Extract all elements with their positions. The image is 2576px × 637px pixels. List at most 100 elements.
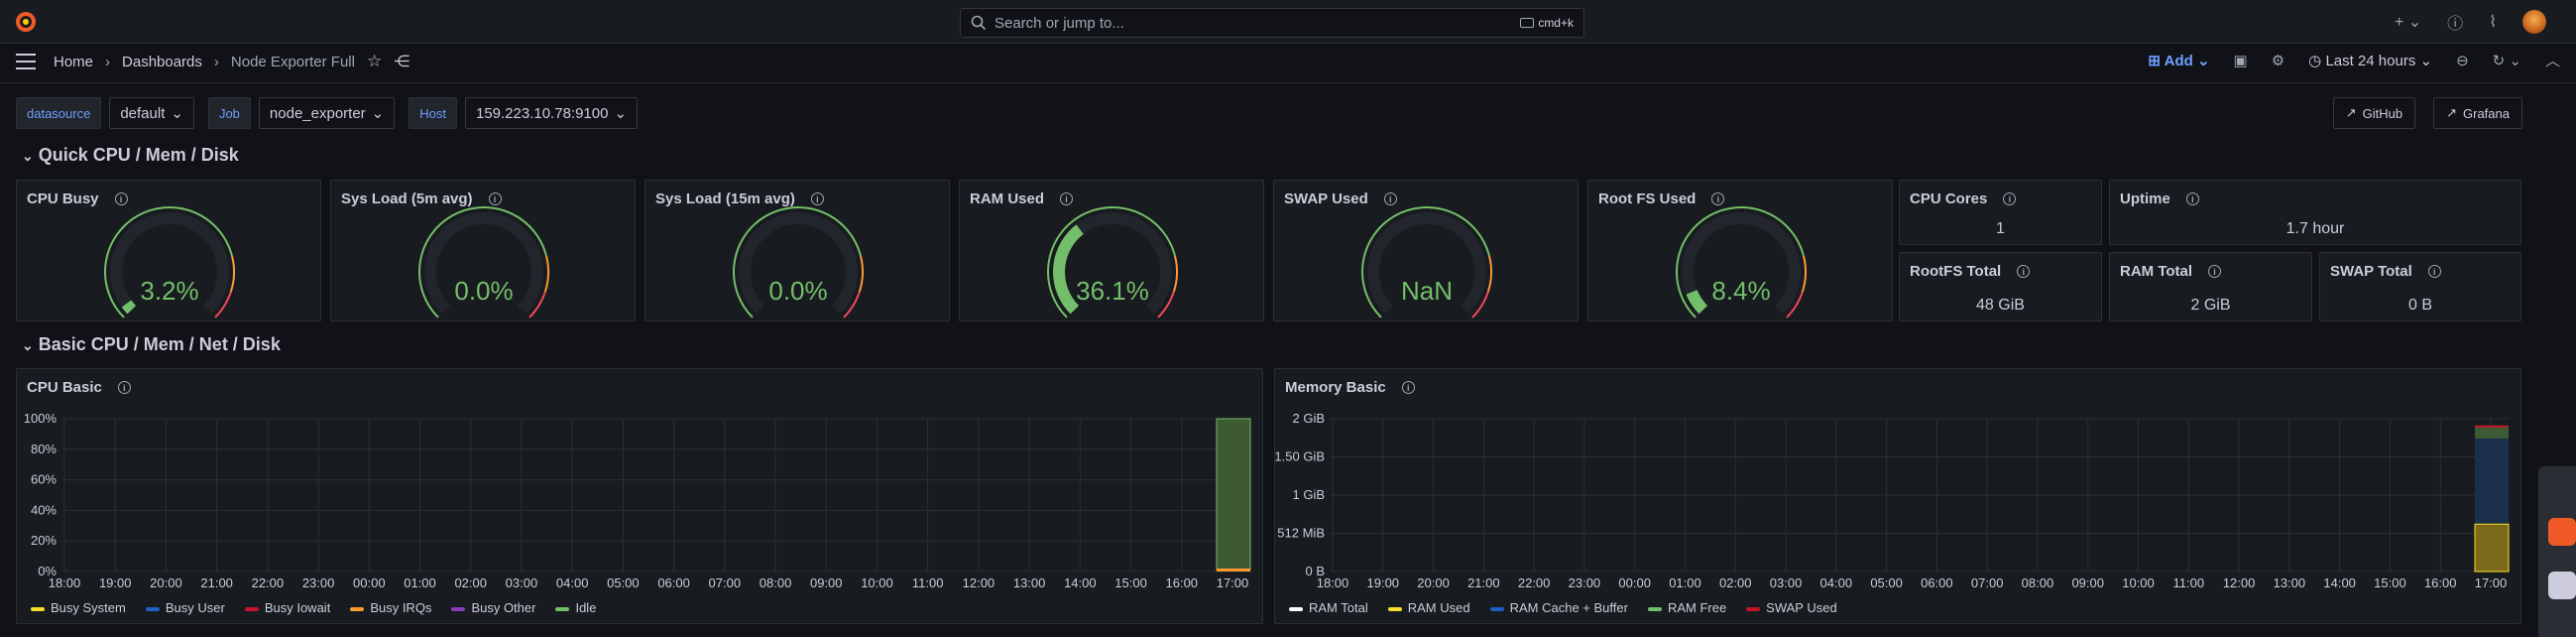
menu-icon[interactable] xyxy=(16,54,36,69)
y-tick-label: 1 GiB xyxy=(1292,487,1325,502)
x-tick-label: 22:00 xyxy=(252,575,285,590)
panel-gauge-2[interactable]: Sys Load (15m avg) i 0.0% xyxy=(644,180,950,321)
panel-memory-basic[interactable]: Memory Basic i 2 GiB 1.50 GiB 1 GiB 512 MiB 0… xyxy=(1274,368,2521,624)
row-quick[interactable]: ⌄ Quick CPU / Mem / Disk xyxy=(22,145,239,166)
x-tick-label: 12:00 xyxy=(963,575,995,590)
y-tick-label: 40% xyxy=(31,502,57,517)
panel-rootfs-total[interactable]: RootFS Total i 48 GiB xyxy=(1899,252,2102,321)
legend-item[interactable]: Busy IRQs xyxy=(350,600,431,615)
legend-item[interactable]: Busy Iowait xyxy=(244,600,330,615)
gauge-threshold-orange xyxy=(1172,255,1178,293)
share-icon[interactable]: ⋲ xyxy=(394,52,410,71)
row-basic[interactable]: ⌄ Basic CPU / Mem / Net / Disk xyxy=(22,334,281,355)
time-range-picker[interactable]: ◷ Last 24 hours ⌄ xyxy=(2308,52,2432,69)
y-tick-label: 512 MiB xyxy=(1277,526,1325,541)
panel-gauge-1[interactable]: Sys Load (5m avg) i 0.0% xyxy=(330,180,636,321)
gauge-svg: 8.4% xyxy=(1676,206,1807,318)
stat-value: 2 GiB xyxy=(2190,297,2231,314)
chevron-down-icon: ⌄ xyxy=(22,148,34,164)
github-link[interactable]: ↗ GitHub xyxy=(2332,97,2416,129)
search-input[interactable]: Search or jump to... cmd+k xyxy=(960,8,1584,38)
side-app-strip xyxy=(2538,466,2576,637)
breadcrumb: Home › Dashboards › Node Exporter Full ☆… xyxy=(54,52,410,71)
x-tick-label: 20:00 xyxy=(1417,575,1450,590)
x-tick-label: 14:00 xyxy=(1064,575,1097,590)
x-tick-label: 18:00 xyxy=(49,575,81,590)
gauge-svg: NaN xyxy=(1361,206,1492,318)
cpu-basic-chart: 100%80%60%40%20%0%18:00 19:00 20:00 21:00 22… xyxy=(24,411,1251,590)
variable-select-datasource[interactable]: default ⌄ xyxy=(109,97,194,129)
dashboard-links: ↗ GitHub ↗ Grafana xyxy=(2332,97,2522,129)
x-tick-label: 22:00 xyxy=(1518,575,1551,590)
grafana-link[interactable]: ↗ Grafana xyxy=(2433,97,2522,129)
collapse-chevron-up-icon[interactable]: ︿ xyxy=(2545,50,2560,70)
panel-gauge-0[interactable]: CPU Busy i 3.2% xyxy=(16,180,321,321)
y-tick-label: 100% xyxy=(24,411,58,426)
chevron-down-icon: ⌄ xyxy=(614,105,628,122)
search-shortcut: cmd+k xyxy=(1520,16,1574,30)
save-icon[interactable]: ▣ xyxy=(2234,52,2248,69)
ram-used-area xyxy=(2474,523,2510,573)
x-tick-label: 19:00 xyxy=(1367,575,1400,590)
idle-area xyxy=(1216,418,1251,571)
app-icon[interactable] xyxy=(2548,518,2576,546)
star-icon[interactable]: ☆ xyxy=(367,52,382,71)
legend-item[interactable]: Busy System xyxy=(31,600,126,615)
panel-cpu-basic[interactable]: CPU Basic i 100% 80% 60% 40% 20% 0% 18:00 19:00 2… xyxy=(16,368,1263,624)
memory-basic-legend: RAM Total RAM Used RAM Cache + Buffer RAM F… xyxy=(1289,600,1837,615)
zoom-out-icon[interactable]: ⊖ xyxy=(2456,52,2469,69)
gauge-fill xyxy=(1686,289,1708,315)
panel-cpu-cores[interactable]: CPU Cores i 1 xyxy=(1899,180,2102,245)
x-tick-label: 00:00 xyxy=(1618,575,1651,590)
chevron-down-icon: ⌄ xyxy=(371,105,385,122)
gauge-svg: 0.0% xyxy=(418,206,549,318)
gauge-svg: 3.2% xyxy=(104,206,235,318)
news-icon[interactable]: ⌇ xyxy=(2489,12,2497,32)
app-icon[interactable] xyxy=(2548,572,2576,599)
panel-gauge-4[interactable]: SWAP Used i NaN xyxy=(1273,180,1579,321)
x-tick-label: 07:00 xyxy=(709,575,742,590)
gauge-fill xyxy=(121,300,137,315)
legend-item[interactable]: Busy Other xyxy=(451,600,535,615)
x-tick-label: 23:00 xyxy=(302,575,335,590)
variable-select-job[interactable]: node_exporter ⌄ xyxy=(258,97,396,129)
settings-gear-icon[interactable]: ⚙ xyxy=(2272,52,2284,69)
info-icon: i xyxy=(2017,265,2031,278)
y-tick-label: 1.50 GiB xyxy=(1275,449,1325,464)
panel-swap-total[interactable]: SWAP Total i 0 B xyxy=(2319,252,2521,321)
new-plus-icon[interactable]: + ⌄ xyxy=(2395,12,2421,32)
legend-item[interactable]: RAM Total xyxy=(1289,600,1368,615)
breadcrumb-dashboards[interactable]: Dashboards xyxy=(122,54,202,70)
gauge-svg: 36.1% xyxy=(1047,206,1178,318)
help-icon[interactable]: ⓘ xyxy=(2447,10,2463,34)
breadcrumb-home[interactable]: Home xyxy=(54,54,93,70)
x-tick-label: 13:00 xyxy=(1013,575,1046,590)
gauge-value: NaN xyxy=(1401,276,1453,306)
gauge-threshold-orange xyxy=(1801,255,1807,293)
external-link-icon: ↗ xyxy=(2345,105,2357,120)
x-tick-label: 21:00 xyxy=(1467,575,1500,590)
legend-item[interactable]: Idle xyxy=(555,600,596,615)
legend-item[interactable]: RAM Used xyxy=(1387,600,1470,615)
x-tick-label: 06:00 xyxy=(657,575,690,590)
user-avatar[interactable] xyxy=(2522,10,2546,34)
legend-item[interactable]: RAM Cache + Buffer xyxy=(1489,600,1628,615)
x-tick-label: 15:00 xyxy=(1114,575,1147,590)
search-placeholder: Search or jump to... xyxy=(995,14,1124,32)
x-tick-label: 01:00 xyxy=(1669,575,1701,590)
panel-uptime[interactable]: Uptime i 1.7 hour xyxy=(2109,180,2521,245)
x-tick-label: 07:00 xyxy=(1971,575,2004,590)
legend-item[interactable]: Busy User xyxy=(145,600,225,615)
panel-gauge-5[interactable]: Root FS Used i 8.4% xyxy=(1587,180,1893,321)
panel-gauge-3[interactable]: RAM Used i 36.1% xyxy=(959,180,1264,321)
refresh-icon[interactable]: ↻ ⌄ xyxy=(2493,52,2521,69)
x-tick-label: 12:00 xyxy=(2223,575,2256,590)
x-tick-label: 05:00 xyxy=(1870,575,1903,590)
variable-select-host[interactable]: 159.223.10.78:9100 ⌄ xyxy=(464,97,639,129)
panel-ram-total[interactable]: RAM Total i 2 GiB xyxy=(2109,252,2312,321)
add-button[interactable]: ⊞ Add ⌄ xyxy=(2148,52,2209,69)
legend-item[interactable]: RAM Free xyxy=(1647,600,1726,615)
ram-free-area xyxy=(2475,426,2509,440)
grafana-logo-icon[interactable] xyxy=(14,10,38,34)
legend-item[interactable]: SWAP Used xyxy=(1746,600,1837,615)
